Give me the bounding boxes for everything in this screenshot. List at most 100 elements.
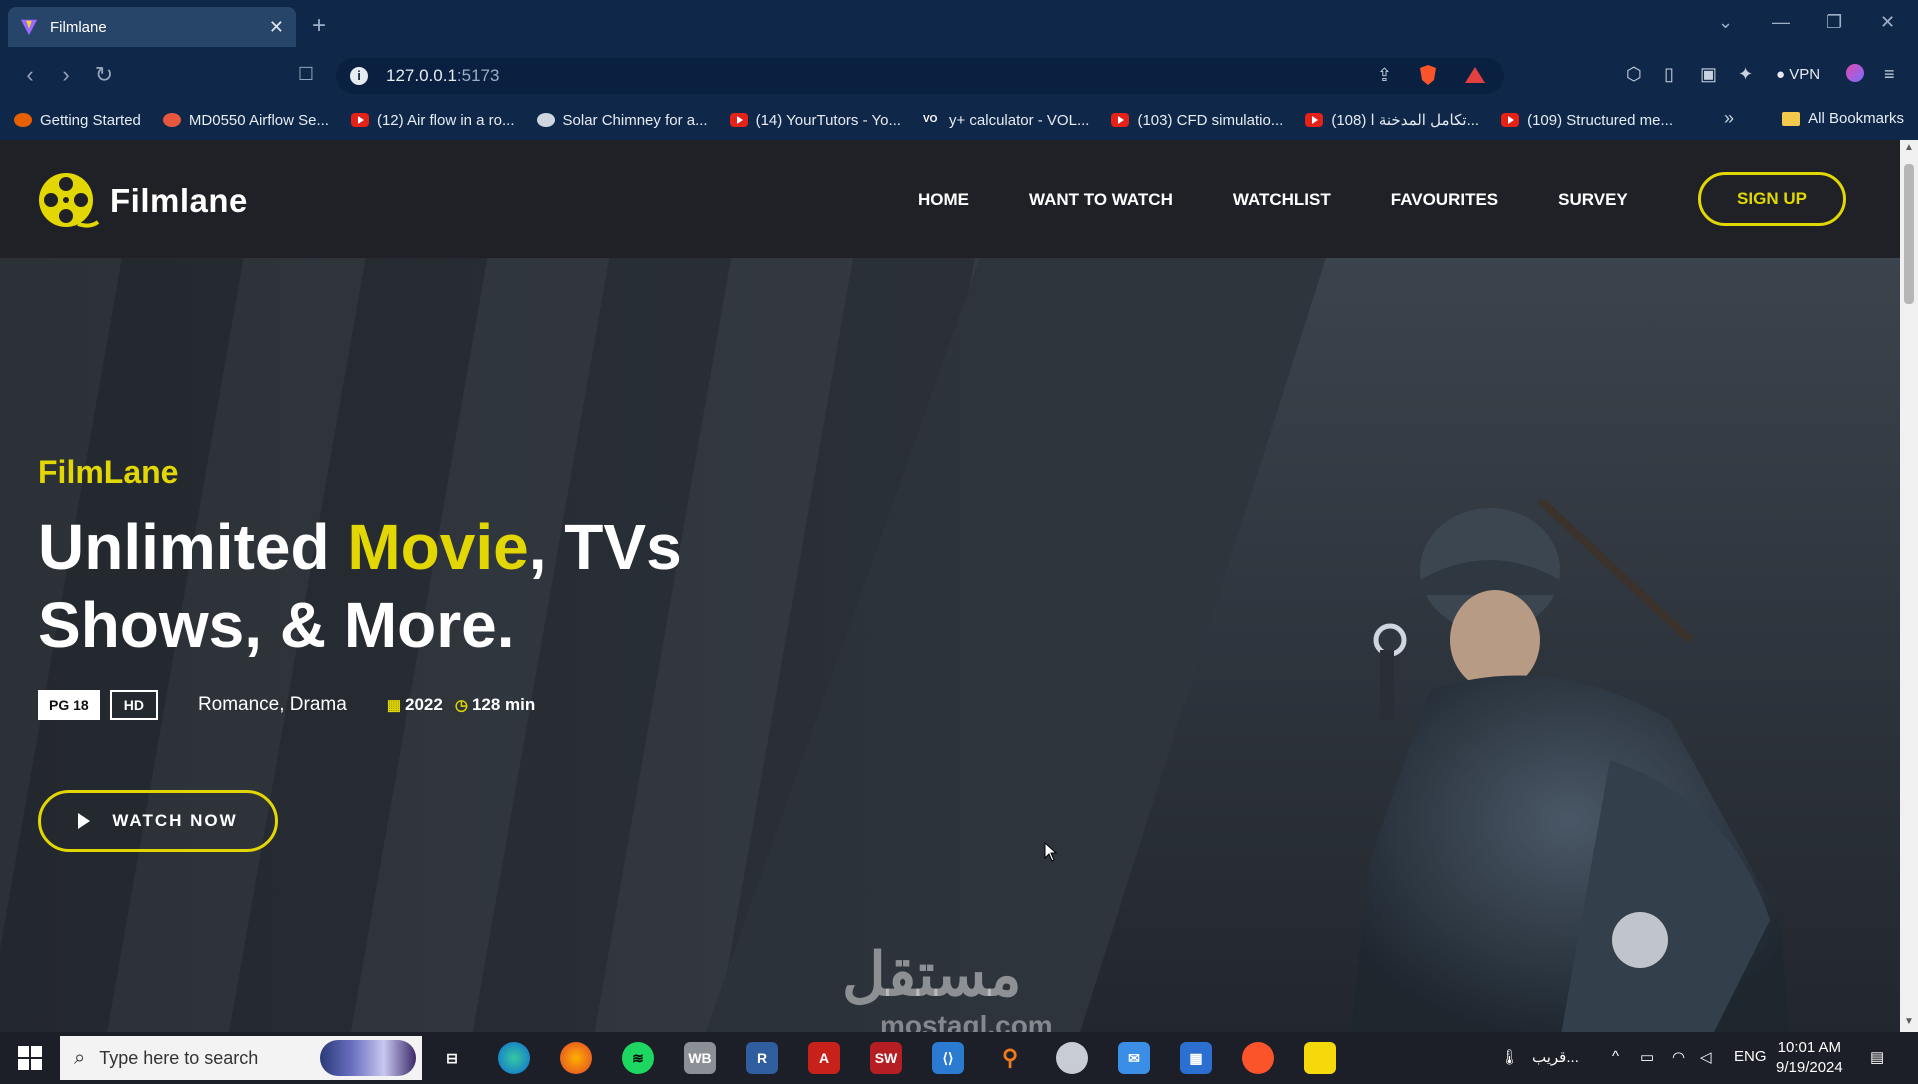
weather-text[interactable]: قريب... (1532, 1048, 1579, 1066)
spotify-icon[interactable]: ≋ (622, 1042, 654, 1074)
scroll-up-icon[interactable]: ▲ (1904, 142, 1914, 153)
main-nav: HOME WANT TO WATCH WATCHLIST FAVOURITES … (918, 190, 1628, 210)
store-icon[interactable]: ▦ (1180, 1042, 1212, 1074)
film-reel-icon (39, 173, 100, 228)
nav-survey[interactable]: SURVEY (1558, 190, 1628, 210)
nav-watchlist[interactable]: WATCHLIST (1233, 190, 1331, 210)
extensions-icon[interactable]: ⬡ (1626, 64, 1642, 85)
youtube-icon (1501, 113, 1520, 127)
vscode-icon[interactable]: ⟨⟩ (932, 1042, 964, 1074)
tab-search-icon[interactable]: ⌄ (1718, 12, 1733, 33)
bookmark-item[interactable]: Getting Started (14, 112, 141, 129)
forward-icon[interactable]: › (52, 62, 80, 88)
site-logo[interactable]: Filmlane (38, 170, 248, 232)
nav-home[interactable]: HOME (918, 190, 969, 210)
clock-time: 10:01 AM (1777, 1039, 1842, 1056)
scroll-down-icon[interactable]: ▼ (1904, 1016, 1914, 1027)
site-icon (162, 113, 181, 127)
more-bookmarks-icon[interactable]: » (1724, 108, 1734, 129)
site-header: Filmlane HOME WANT TO WATCH WATCHLIST FA… (0, 140, 1900, 258)
minimize-icon[interactable]: — (1772, 12, 1790, 33)
all-bookmarks-button[interactable]: All Bookmarks (1782, 110, 1904, 127)
edge-icon[interactable] (498, 1042, 530, 1074)
genre-text: Romance, Drama (197, 694, 347, 715)
bookmark-item[interactable]: MD0550 Airflow Se... (162, 112, 329, 129)
back-icon[interactable]: ‹ (16, 62, 44, 88)
search-placeholder: Type here to search (99, 1047, 259, 1068)
scroll-thumb[interactable] (1904, 164, 1914, 304)
folder-icon (1782, 111, 1801, 126)
battery-icon[interactable]: ▭ (1640, 1048, 1654, 1066)
address-bar[interactable]: i 127.0.0.1:5173 ⇪ (336, 58, 1504, 94)
sticky-notes-icon[interactable] (1304, 1042, 1336, 1074)
search-app-icon[interactable]: ⚲ (994, 1042, 1026, 1074)
brave-rewards-icon[interactable] (1464, 65, 1486, 85)
bookmark-item[interactable]: Solar Chimney for a... (536, 112, 708, 129)
mouse-cursor-icon (1044, 842, 1058, 862)
hero-title: Unlimited Movie, TVs Shows, & More. (38, 511, 682, 661)
language-indicator[interactable]: ENG (1734, 1048, 1767, 1065)
url-text: 127.0.0.1:5173 (386, 66, 500, 85)
youtube-icon (1305, 113, 1324, 127)
hero-title-highlight: Movie (347, 511, 529, 583)
vpn-button[interactable]: ● VPN (1776, 66, 1820, 83)
bookmark-item[interactable]: (103) CFD simulatio... (1111, 112, 1283, 129)
app-icon[interactable] (1056, 1042, 1088, 1074)
volume-icon[interactable]: ◁ (1700, 1048, 1712, 1066)
brave-icon[interactable] (1242, 1042, 1274, 1074)
bookmark-icon[interactable]: ☐ (292, 64, 320, 85)
vite-icon (20, 19, 38, 36)
bookmark-item[interactable]: (12) Air flow in a ro... (350, 112, 515, 129)
mail-icon[interactable]: ✉ (1118, 1042, 1150, 1074)
hero-soldier-image (1350, 500, 1790, 1032)
clock-icon: ◷ (454, 697, 468, 714)
wifi-icon[interactable]: ◠ (1672, 1048, 1685, 1066)
restore-icon[interactable]: ❐ (1826, 12, 1842, 33)
page-scrollbar[interactable]: ▲ ▼ (1900, 140, 1918, 1032)
watch-now-button[interactable]: WATCH NOW (38, 790, 278, 852)
rating-badge: PG 18 (38, 690, 100, 720)
taskbar-search[interactable]: ⌕ Type here to search (60, 1036, 422, 1080)
leo-ai-icon[interactable]: ✦ (1738, 64, 1753, 85)
task-view-icon[interactable]: ⊟ (436, 1042, 468, 1074)
browser-toolbar: ‹ › ↻ ☐ i 127.0.0.1:5173 ⇪ ⬡ ▯ ▣ ✦ ● VPN… (0, 52, 1918, 100)
new-tab-icon[interactable]: + (312, 12, 326, 40)
revit-icon[interactable]: R (746, 1042, 778, 1074)
profile-avatar[interactable] (1846, 64, 1864, 82)
nav-favourites[interactable]: FAVOURITES (1391, 190, 1498, 210)
sidebar-icon[interactable]: ▯ (1664, 64, 1674, 85)
autocad-icon[interactable]: A (808, 1042, 840, 1074)
workbench-icon[interactable]: WB (684, 1042, 716, 1074)
weather-icon[interactable]: 🌡 (1500, 1048, 1519, 1066)
sign-up-button[interactable]: SIGN UP (1698, 172, 1846, 226)
youtube-icon (1111, 113, 1130, 127)
active-tab[interactable]: Filmlane ✕ (8, 7, 296, 47)
site-info-icon[interactable]: i (350, 67, 368, 85)
tab-title: Filmlane (50, 18, 107, 36)
youtube-icon (729, 113, 748, 127)
tray-chevron-icon[interactable]: ^ (1612, 1048, 1619, 1065)
brave-shield-icon[interactable] (1418, 64, 1438, 86)
solidworks-icon[interactable]: SW (870, 1042, 902, 1074)
close-tab-icon[interactable]: ✕ (269, 17, 284, 38)
bookmarks-bar: Getting Started MD0550 Airflow Se... (12… (0, 100, 1918, 140)
bookmark-item[interactable]: (108) تكامل المدخنة ا... (1305, 111, 1479, 129)
windows-start-icon[interactable] (18, 1046, 42, 1070)
site-icon: VO (922, 113, 941, 127)
wallet-icon[interactable]: ▣ (1700, 64, 1717, 85)
notifications-icon[interactable]: ▤ (1870, 1048, 1884, 1066)
bookmark-item[interactable]: (14) YourTutors - Yo... (729, 112, 901, 129)
share-icon[interactable]: ⇪ (1377, 65, 1392, 86)
search-highlight-image (320, 1040, 416, 1076)
firefox-icon[interactable] (560, 1042, 592, 1074)
close-window-icon[interactable]: ✕ (1880, 12, 1895, 33)
hero-subtitle: FilmLane (38, 454, 179, 490)
bookmark-item[interactable]: (109) Structured me... (1501, 112, 1673, 129)
bookmark-item[interactable]: VO y+ calculator - VOL... (922, 112, 1089, 129)
taskbar-clock[interactable]: 10:01 AM 9/19/2024 (1776, 1038, 1843, 1078)
reload-icon[interactable]: ↻ (90, 62, 118, 88)
windows-taskbar: ⌕ Type here to search ⊟ ≋ WB R A SW ⟨⟩ ⚲… (0, 1032, 1918, 1084)
menu-icon[interactable]: ≡ (1884, 64, 1895, 85)
movie-meta: PG 18 HD Romance, Drama ▦ 2022 ◷ 128 min (38, 690, 535, 720)
nav-want-to-watch[interactable]: WANT TO WATCH (1029, 190, 1173, 210)
